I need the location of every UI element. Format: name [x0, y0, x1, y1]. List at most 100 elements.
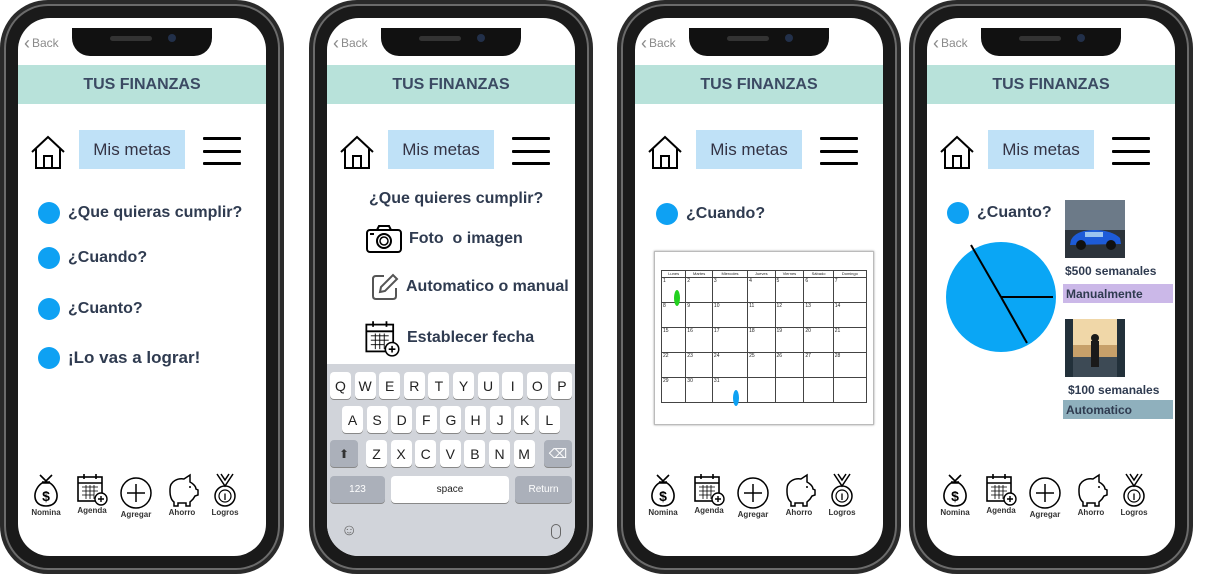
microphone-icon[interactable] [551, 524, 561, 539]
goal-achieve-item[interactable]: ¡Lo vas a lograr! [38, 347, 200, 369]
key-u[interactable]: U [477, 372, 499, 399]
goal-when-item[interactable]: ¿Cuando? [38, 247, 147, 269]
nav-agregar[interactable]: Agregar [1028, 476, 1062, 519]
nav-nomina[interactable]: $ Nomina [647, 472, 679, 517]
key-i[interactable]: I [502, 372, 524, 399]
calendar-day-cell[interactable]: 8 [660, 302, 687, 328]
key-h[interactable]: H [465, 406, 486, 433]
mis-metas-button[interactable]: Mis metas [988, 130, 1094, 169]
calendar-day-cell[interactable]: 9 [685, 302, 713, 328]
calendar-day-cell[interactable]: 7 [832, 277, 868, 303]
hamburger-menu-icon[interactable] [1112, 137, 1150, 165]
key-q[interactable]: Q [330, 372, 351, 399]
key-s[interactable]: S [366, 406, 388, 433]
key-m[interactable]: M [513, 440, 535, 467]
calendar-day-cell[interactable]: 2 [685, 277, 713, 303]
back-button[interactable]: ‹ Back [641, 34, 676, 52]
key-f[interactable]: F [415, 406, 437, 433]
calendar-day-cell[interactable]: 6 [803, 277, 834, 303]
key-d[interactable]: D [391, 406, 413, 433]
nav-logros[interactable]: I Logros [211, 472, 239, 517]
calendar-day-cell[interactable]: 12 [774, 302, 805, 328]
calendar-day-cell[interactable]: 25 [747, 352, 776, 378]
key-p[interactable]: P [551, 372, 573, 399]
key-k[interactable]: K [514, 406, 536, 433]
key-o[interactable]: O [526, 372, 548, 399]
key-a[interactable]: A [342, 406, 363, 433]
home-icon[interactable] [646, 134, 684, 170]
hamburger-menu-icon[interactable] [203, 137, 241, 165]
calendar-day-cell[interactable]: 13 [803, 302, 834, 328]
nav-ahorro[interactable]: Ahorro [1073, 472, 1109, 517]
space-key[interactable]: space [391, 476, 509, 503]
key-l[interactable]: L [538, 406, 560, 433]
nav-nomina[interactable]: $ Nomina [939, 472, 971, 517]
calendar-day-cell[interactable]: 11 [747, 302, 776, 328]
home-icon[interactable] [29, 134, 67, 170]
calendar-day-cell[interactable]: 22 [660, 352, 687, 378]
return-key[interactable]: Return [515, 476, 572, 503]
calendar-day-cell[interactable]: 14 [832, 302, 868, 328]
key-n[interactable]: N [489, 440, 510, 467]
option-photo[interactable]: Foto o imagen [365, 224, 523, 254]
nav-logros[interactable]: I Logros [1120, 472, 1148, 517]
option-set-date[interactable]: Establecer fecha [363, 319, 534, 357]
calendar-day-cell[interactable]: 24 [711, 352, 749, 378]
calendar-day-cell[interactable]: 29 [660, 377, 687, 403]
nav-ahorro[interactable]: Ahorro [164, 472, 200, 517]
calendar-day-cell[interactable] [774, 377, 805, 403]
key-c[interactable]: C [415, 440, 437, 467]
key-v[interactable]: V [439, 440, 461, 467]
nav-agregar[interactable]: Agregar [119, 476, 153, 519]
calendar-day-cell[interactable]: 15 [660, 327, 687, 353]
calendar-day-cell[interactable]: 4 [747, 277, 776, 303]
calendar-day-cell[interactable]: 3 [711, 277, 749, 303]
mis-metas-button[interactable]: Mis metas [388, 130, 494, 169]
key-w[interactable]: W [354, 372, 376, 399]
hamburger-menu-icon[interactable] [820, 137, 858, 165]
nav-nomina[interactable]: $ Nomina [30, 472, 62, 517]
option-auto-manual[interactable]: Automatico o manual [370, 272, 569, 302]
nav-logros[interactable]: I Logros [828, 472, 856, 517]
goal-howmuch-item[interactable]: ¿Cuanto? [38, 298, 143, 320]
key-z[interactable]: Z [366, 440, 387, 467]
backspace-key[interactable]: ⌫ [544, 440, 572, 467]
back-button[interactable]: ‹ Back [24, 34, 59, 52]
calendar-day-cell[interactable]: 17 [711, 327, 749, 353]
mis-metas-button[interactable]: Mis metas [79, 130, 185, 169]
back-button[interactable]: ‹ Back [933, 34, 968, 52]
calendar-day-cell[interactable] [803, 377, 834, 403]
key-b[interactable]: B [464, 440, 486, 467]
emoji-icon[interactable]: ☺ [341, 522, 357, 540]
calendar-day-cell[interactable]: 19 [774, 327, 805, 353]
mis-metas-button[interactable]: Mis metas [696, 130, 802, 169]
calendar-day-cell[interactable]: 5 [774, 277, 805, 303]
nav-ahorro[interactable]: Ahorro [781, 472, 817, 517]
home-icon[interactable] [338, 134, 376, 170]
calendar-day-cell[interactable]: 10 [711, 302, 749, 328]
calendar-day-cell[interactable] [747, 377, 776, 403]
shift-key[interactable]: ⬆ [330, 440, 358, 467]
calendar-day-cell[interactable]: 30 [685, 377, 713, 403]
numbers-key[interactable]: 123 [330, 476, 385, 503]
calendar-day-cell[interactable]: 26 [774, 352, 805, 378]
home-icon[interactable] [938, 134, 976, 170]
calendar-day-cell[interactable]: 18 [747, 327, 776, 353]
key-g[interactable]: G [440, 406, 462, 433]
hamburger-menu-icon[interactable] [512, 137, 550, 165]
calendar-day-cell[interactable]: 16 [685, 327, 713, 353]
calendar-day-cell[interactable]: 21 [832, 327, 868, 353]
nav-agregar[interactable]: Agregar [736, 476, 770, 519]
nav-agenda[interactable]: Agenda [76, 472, 108, 515]
calendar-day-cell[interactable]: 23 [685, 352, 713, 378]
calendar-day-cell[interactable]: 28 [832, 352, 868, 378]
key-r[interactable]: R [403, 372, 425, 399]
back-button[interactable]: ‹ Back [333, 34, 368, 52]
calendar-day-cell[interactable] [832, 377, 868, 403]
calendar-day-cell[interactable]: 20 [803, 327, 834, 353]
key-x[interactable]: X [390, 440, 412, 467]
key-j[interactable]: J [489, 406, 511, 433]
key-t[interactable]: T [428, 372, 450, 399]
goal-question-item[interactable]: ¿Que quieras cumplir? [38, 202, 242, 224]
nav-agenda[interactable]: Agenda [985, 472, 1017, 515]
